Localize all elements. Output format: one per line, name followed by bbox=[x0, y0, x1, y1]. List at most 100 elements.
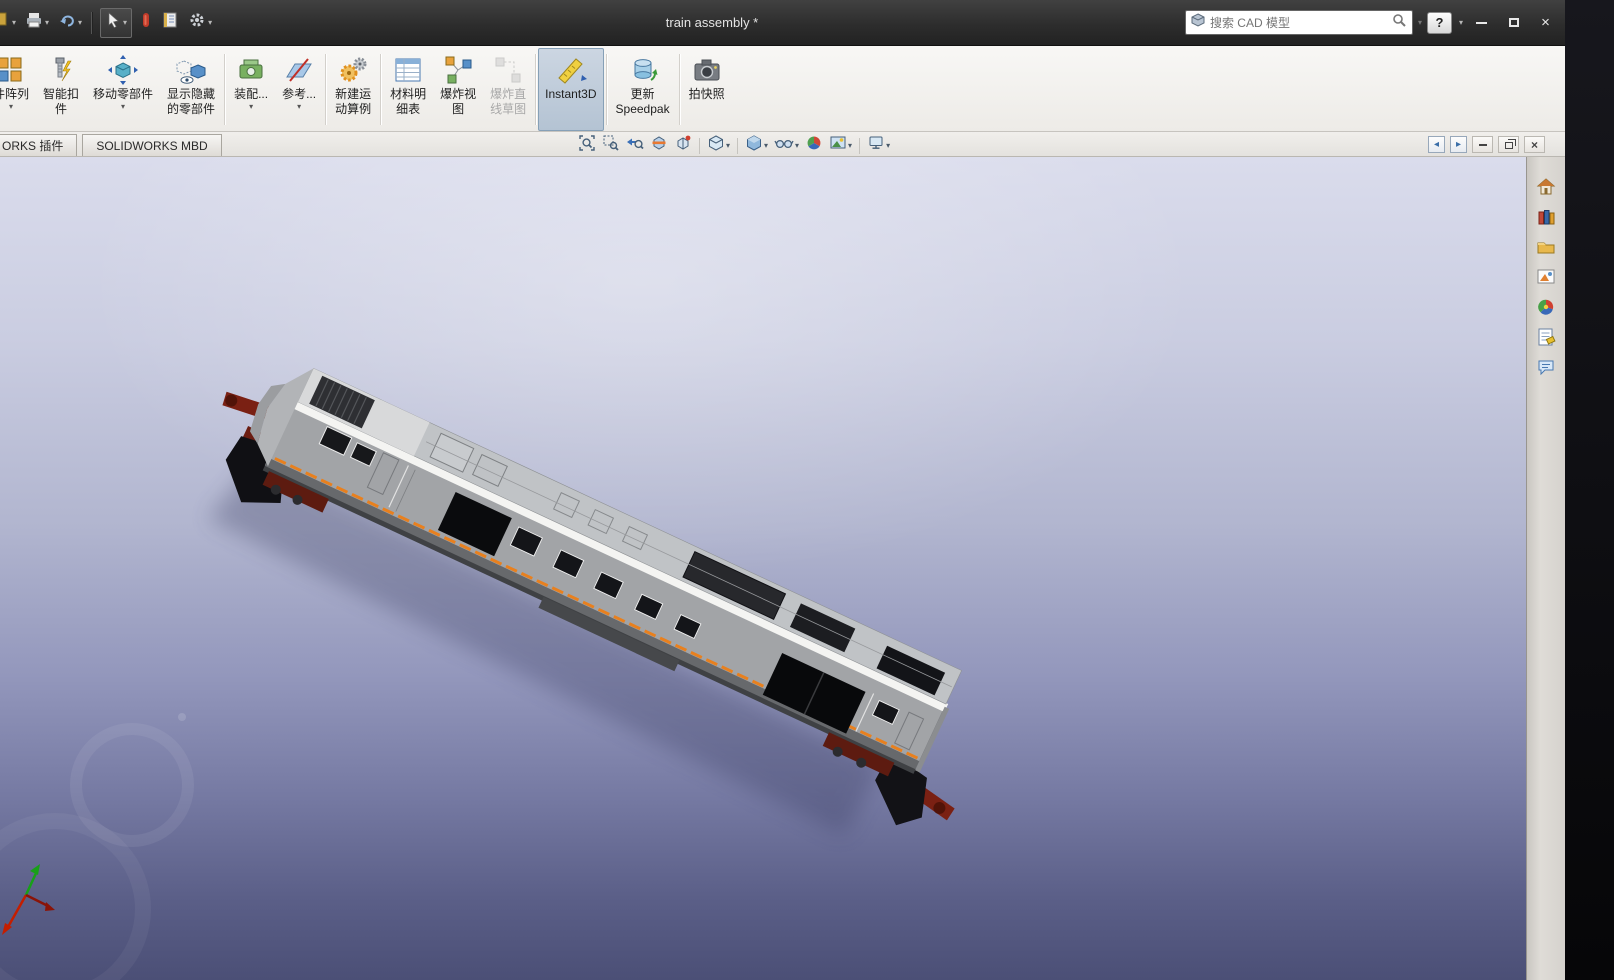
search-dropdown[interactable]: ▾ bbox=[1418, 18, 1422, 27]
help-dropdown[interactable]: ▾ bbox=[1459, 18, 1463, 27]
edit-appearance-button[interactable] bbox=[803, 135, 825, 156]
edit-appearance-icon bbox=[805, 134, 823, 157]
options-button[interactable]: ▾ bbox=[184, 8, 216, 38]
ribbon-button-take-snapshot[interactable]: 拍快照 bbox=[682, 48, 732, 131]
tab-solidworks-mbd[interactable]: SOLIDWORKS MBD bbox=[82, 134, 221, 156]
apply-scene-button[interactable]: ▾ bbox=[827, 135, 854, 156]
ribbon-button-show-hidden-components[interactable]: 显示隐藏 的零部件 bbox=[160, 48, 222, 131]
ribbon-button-component-pattern[interactable]: 件阵列 ▾ bbox=[0, 48, 36, 131]
ribbon-button-explode-line-sketch: 爆炸直 线草图 bbox=[483, 48, 533, 131]
previous-view-button[interactable] bbox=[624, 135, 646, 156]
appearances-scenes-button[interactable] bbox=[1532, 297, 1561, 322]
ribbon-button-new-motion-study[interactable]: 新建运 动算例 bbox=[328, 48, 378, 131]
zoom-to-fit-button[interactable] bbox=[576, 135, 598, 156]
ribbon-button-bill-of-materials[interactable]: 材料明 细表 bbox=[383, 48, 433, 131]
zoom-to-area-button[interactable] bbox=[600, 135, 622, 156]
status-indicator-icon bbox=[140, 11, 152, 34]
print-button[interactable]: ▾ bbox=[21, 8, 53, 38]
print-icon bbox=[25, 11, 43, 34]
tab-solidworks-addins[interactable]: ORKS 插件 bbox=[0, 134, 77, 156]
exploded-view-icon bbox=[443, 53, 473, 87]
hide-show-items-button[interactable]: ▾ bbox=[772, 135, 801, 156]
quick-access-toolbar: ▾ ▾ ▾ ▾ ▾ bbox=[0, 0, 216, 46]
search-input[interactable] bbox=[1210, 16, 1386, 30]
motion-study-icon bbox=[338, 53, 368, 87]
maximize-button[interactable] bbox=[1500, 12, 1527, 34]
component-pattern-icon bbox=[0, 53, 26, 87]
notes-icon bbox=[161, 11, 179, 34]
view-palette-button[interactable] bbox=[1532, 267, 1561, 292]
undo-button[interactable]: ▾ bbox=[54, 8, 86, 38]
document-close-button[interactable]: × bbox=[1524, 136, 1545, 153]
graphics-area[interactable] bbox=[0, 157, 1526, 980]
ribbon-button-move-component[interactable]: 移动零部件 ▾ bbox=[86, 48, 160, 131]
train-model[interactable] bbox=[180, 339, 1009, 845]
minimize-button[interactable] bbox=[1468, 12, 1495, 34]
ribbon-button-exploded-view[interactable]: 爆炸视 图 bbox=[433, 48, 483, 131]
design-library-button[interactable] bbox=[1532, 207, 1561, 232]
clipped-toolbar-button[interactable]: ▾ bbox=[0, 8, 20, 38]
ribbon-separator bbox=[606, 54, 607, 125]
view-orientation-button[interactable]: ▾ bbox=[705, 135, 732, 156]
document-minimize-icon bbox=[1479, 144, 1487, 146]
view-settings-button[interactable]: ▾ bbox=[865, 135, 892, 156]
toolbar-separator bbox=[91, 12, 92, 34]
solidworks-window: ▾ ▾ ▾ ▾ ▾ bbox=[0, 0, 1565, 980]
undo-icon bbox=[58, 11, 76, 34]
ribbon-separator bbox=[380, 54, 381, 125]
solidworks-resources-button[interactable] bbox=[1532, 177, 1561, 202]
ribbon-button-smart-fasteners[interactable]: 智能扣 件 bbox=[36, 48, 86, 131]
hide-show-items-icon bbox=[774, 134, 794, 157]
document-restore-button[interactable] bbox=[1498, 136, 1519, 153]
instant3d-icon bbox=[555, 53, 587, 87]
ribbon-button-update-speedpak[interactable]: 更新 Speedpak bbox=[609, 48, 677, 131]
window-title: train assembly * bbox=[666, 15, 758, 30]
design-library-icon bbox=[1536, 207, 1556, 232]
orientation-triad bbox=[2, 864, 55, 935]
custom-properties-button[interactable] bbox=[1532, 327, 1561, 352]
status-indicator-button[interactable] bbox=[136, 8, 156, 38]
ribbon-button-reference-geometry[interactable]: 参考... ▾ bbox=[275, 48, 323, 131]
folder-icon bbox=[1536, 237, 1556, 262]
previous-document-button[interactable]: ◂ bbox=[1428, 136, 1445, 153]
smart-fasteners-icon bbox=[46, 53, 76, 87]
notes-button[interactable] bbox=[157, 8, 183, 38]
bill-of-materials-icon bbox=[393, 53, 423, 87]
view-settings-icon bbox=[867, 134, 885, 157]
zoom-to-fit-icon bbox=[578, 134, 596, 157]
command-manager-ribbon: 件阵列 ▾ 智能扣 件 移动零部件 ▾ 显示隐藏 的零部件 装配... ▾ 参考… bbox=[0, 46, 1565, 132]
zoom-to-area-icon bbox=[602, 134, 620, 157]
task-pane-tab-strip bbox=[1526, 157, 1565, 980]
hud-separator bbox=[699, 138, 700, 154]
ribbon-separator bbox=[679, 54, 680, 125]
select-tool-button[interactable]: ▾ bbox=[100, 8, 132, 38]
document-minimize-button[interactable] bbox=[1472, 136, 1493, 153]
forum-button[interactable] bbox=[1532, 357, 1561, 382]
dynamic-annotation-views-button[interactable] bbox=[672, 135, 694, 156]
display-style-icon bbox=[745, 134, 763, 157]
titlebar: ▾ ▾ ▾ ▾ ▾ bbox=[0, 0, 1565, 46]
apply-scene-icon bbox=[829, 134, 847, 157]
display-style-button[interactable]: ▾ bbox=[743, 135, 770, 156]
hud-separator bbox=[737, 138, 738, 154]
assembly-features-icon bbox=[236, 53, 266, 87]
dynamic-annotation-views-icon bbox=[674, 134, 692, 157]
file-explorer-button[interactable] bbox=[1532, 237, 1561, 262]
close-button[interactable]: × bbox=[1532, 12, 1559, 34]
ribbon-separator bbox=[535, 54, 536, 125]
help-button[interactable]: ? bbox=[1427, 12, 1452, 34]
document-window-controls: ◂ ▸ × bbox=[1428, 136, 1545, 153]
snapshot-camera-icon bbox=[692, 53, 722, 87]
ribbon-button-instant3d[interactable]: Instant3D bbox=[538, 48, 603, 131]
lens-flare bbox=[0, 713, 188, 980]
previous-view-icon bbox=[626, 134, 644, 157]
search-cad-models[interactable] bbox=[1185, 10, 1413, 35]
select-cursor-icon bbox=[105, 11, 121, 34]
next-document-button[interactable]: ▸ bbox=[1450, 136, 1467, 153]
home-icon bbox=[1536, 177, 1556, 202]
speech-bubble-icon bbox=[1536, 357, 1556, 382]
ribbon-button-assembly-features[interactable]: 装配... ▾ bbox=[227, 48, 275, 131]
search-icon[interactable] bbox=[1391, 12, 1407, 33]
section-view-button[interactable] bbox=[648, 135, 670, 156]
clipped-icon bbox=[0, 11, 10, 34]
